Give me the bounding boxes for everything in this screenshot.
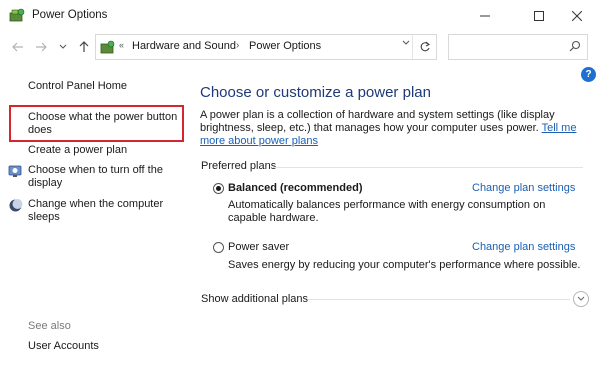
address-bar[interactable]: « Hardware and Sound › Power Options — [95, 34, 437, 60]
power-saver-description: Saves energy by reducing your computer's… — [228, 259, 581, 271]
show-additional-plans-label[interactable]: Show additional plans — [201, 293, 308, 305]
sidebar-item-create-power-plan[interactable]: Create a power plan — [28, 144, 127, 157]
sidebar-item-power-button[interactable]: Choose what the power button does — [28, 111, 180, 137]
balanced-change-settings-link[interactable]: Change plan settings — [472, 182, 575, 194]
left-task-pane: Control Panel Home Choose what the power… — [0, 63, 190, 372]
back-button[interactable] — [10, 39, 26, 55]
power-options-app-icon — [9, 8, 25, 22]
preferred-plans-label: Preferred plans — [201, 160, 277, 172]
sidebar-item-computer-sleeps[interactable]: Change when the computer sleeps — [28, 198, 178, 224]
sidebar-item-turn-off-display[interactable]: Choose when to turn off the display — [28, 164, 178, 190]
sidebar-item-user-accounts[interactable]: User Accounts — [28, 340, 99, 353]
window-title: Power Options — [32, 9, 108, 21]
title-bar: Power Options — [0, 0, 600, 31]
additional-plans-divider — [308, 299, 570, 300]
breadcrumb-power-options[interactable]: Power Options — [249, 40, 321, 52]
close-icon — [572, 10, 582, 21]
power-saver-radio[interactable] — [213, 242, 224, 253]
search-input[interactable] — [453, 36, 563, 58]
address-dropdown-icon[interactable] — [402, 40, 410, 46]
balanced-description-line-2: capable hardware. — [228, 212, 319, 224]
moon-sleep-icon — [9, 199, 23, 212]
search-box[interactable] — [448, 34, 588, 60]
forward-arrow-icon — [36, 42, 47, 52]
page-title: Choose or customize a power plan — [200, 84, 431, 101]
minimize-button[interactable] — [462, 0, 508, 31]
minimize-icon — [480, 15, 490, 16]
description-text: A power plan is a collection of hardware… — [200, 109, 555, 134]
recent-locations-button[interactable] — [55, 39, 71, 55]
chevron-down-icon — [577, 296, 585, 301]
sidebar-item-control-panel-home[interactable]: Control Panel Home — [28, 80, 127, 93]
control-panel-icon — [100, 40, 115, 54]
refresh-button[interactable] — [412, 35, 436, 59]
search-icon — [569, 40, 581, 52]
balanced-radio[interactable] — [213, 183, 224, 194]
breadcrumb-hardware-and-sound[interactable]: Hardware and Sound — [132, 40, 236, 52]
breadcrumb-separator[interactable]: › — [236, 40, 239, 51]
maximize-icon — [534, 10, 544, 21]
balanced-description-line-1: Automatically balances performance with … — [228, 199, 546, 211]
page-description: A power plan is a collection of hardware… — [200, 109, 592, 148]
see-also-heading: See also — [28, 320, 71, 332]
up-button[interactable] — [76, 39, 92, 55]
chevron-down-icon — [59, 44, 67, 49]
monitor-power-icon — [8, 165, 22, 177]
plan-name-balanced[interactable]: Balanced (recommended) — [228, 182, 362, 194]
help-button[interactable]: ? — [581, 67, 596, 82]
address-overflow-chevron[interactable]: « — [119, 40, 124, 50]
back-arrow-icon — [12, 42, 23, 52]
plan-name-power-saver[interactable]: Power saver — [228, 241, 289, 253]
refresh-icon — [420, 41, 430, 52]
forward-button[interactable] — [33, 39, 49, 55]
section-divider — [273, 167, 583, 168]
close-button[interactable] — [554, 0, 600, 31]
navigation-bar: « Hardware and Sound › Power Options — [0, 31, 600, 63]
up-arrow-icon — [79, 41, 89, 52]
power-saver-change-settings-link[interactable]: Change plan settings — [472, 241, 575, 253]
expand-additional-plans-button[interactable] — [573, 291, 589, 307]
